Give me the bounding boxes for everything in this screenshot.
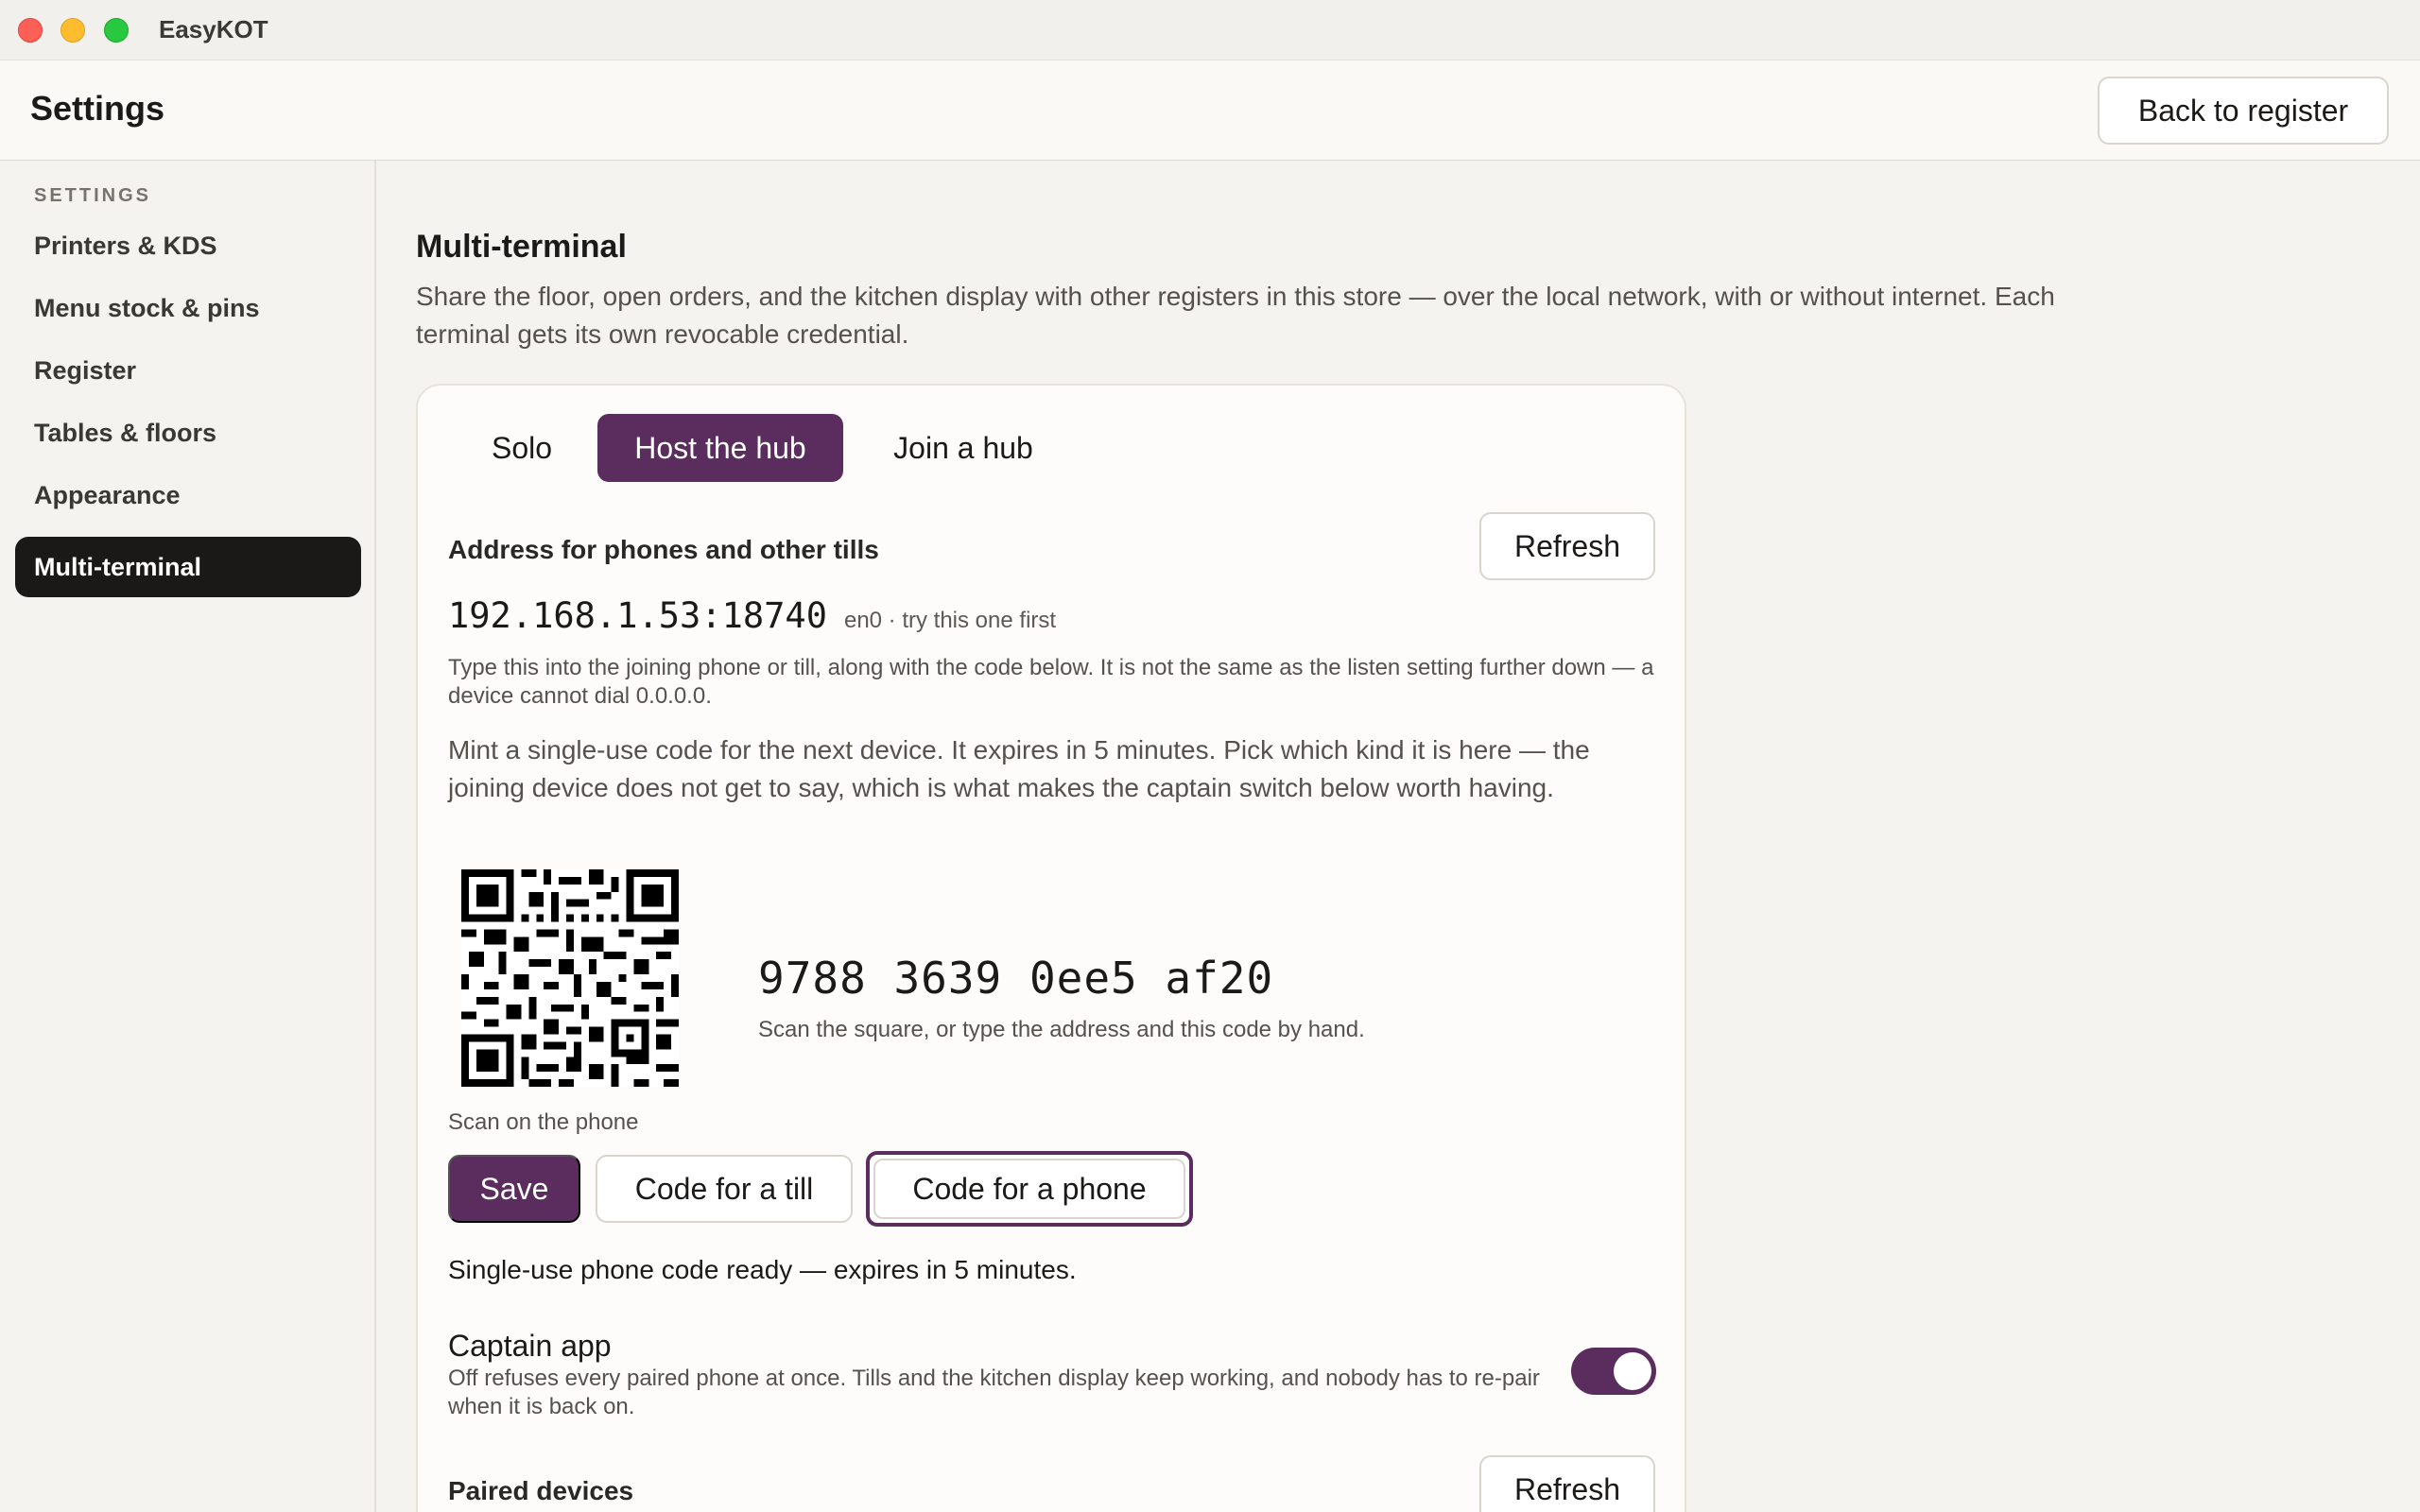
settings-sidebar: SETTINGS Printers & KDS Menu stock & pin… [0, 161, 376, 1512]
back-to-register-button[interactable]: Back to register [2098, 77, 2389, 145]
captain-app-description: Off refuses every paired phone at once. … [448, 1366, 1540, 1419]
mode-tabs: Solo Host the hub Join a hub [446, 414, 1083, 484]
title-bar: EasyKOT [0, 0, 2420, 60]
sidebar-item-menu-stock-pins[interactable]: Menu stock & pins [15, 278, 361, 338]
multi-terminal-card: Solo Host the hub Join a hub Address for… [416, 384, 1686, 1512]
sidebar-item-appearance[interactable]: Appearance [15, 465, 361, 525]
tab-host-the-hub[interactable]: Host the hub [597, 414, 843, 482]
paired-devices-refresh-button[interactable]: Refresh [1479, 1455, 1655, 1512]
sidebar-item-register[interactable]: Register [15, 340, 361, 401]
address-hint: en0 · try this one first [843, 608, 1057, 633]
main-content: Multi-terminal Share the floor, open ord… [378, 161, 2420, 1512]
paired-devices-title: Paired devices [448, 1476, 634, 1505]
mint-code-note: Mint a single-use code for the next devi… [448, 735, 1590, 802]
code-for-phone-label: Code for a phone [873, 1159, 1185, 1219]
code-for-till-button[interactable]: Code for a till [596, 1155, 853, 1223]
address-row: 192.168.1.53:18740 en0 · try this one fi… [448, 595, 1056, 636]
code-ready-status: Single-use phone code ready — expires in… [448, 1255, 1077, 1284]
code-for-phone-button[interactable]: Code for a phone [866, 1151, 1193, 1227]
captain-app-toggle[interactable] [1571, 1348, 1656, 1395]
address-label: Address for phones and other tills [448, 535, 879, 564]
section-title: Multi-terminal [416, 229, 627, 265]
app-title: EasyKOT [159, 15, 268, 43]
save-button[interactable]: Save [448, 1155, 580, 1223]
section-description: Share the floor, open orders, and the ki… [416, 282, 2055, 349]
address-value: 192.168.1.53:18740 [448, 595, 827, 636]
scan-label: Scan on the phone [448, 1109, 639, 1135]
page-title: Settings [30, 89, 165, 128]
qr-code [461, 869, 679, 1087]
address-note: Type this into the joining phone or till… [448, 655, 1654, 709]
sidebar-item-printers-kds[interactable]: Printers & KDS [15, 215, 361, 276]
tab-join-a-hub[interactable]: Join a hub [843, 414, 1083, 482]
pairing-code-hint: Scan the square, or type the address and… [758, 1017, 1365, 1042]
address-refresh-button[interactable]: Refresh [1479, 512, 1655, 580]
sidebar-item-multi-terminal[interactable]: Multi-terminal [15, 537, 361, 597]
page-header: Settings Back to register [0, 60, 2420, 161]
maximize-window-button[interactable] [104, 18, 129, 43]
tab-solo[interactable]: Solo [446, 414, 597, 482]
pairing-code: 9788 3639 0ee5 af20 [758, 953, 1274, 1004]
sidebar-item-tables-floors[interactable]: Tables & floors [15, 403, 361, 463]
minimize-window-button[interactable] [60, 18, 85, 43]
captain-app-title: Captain app [448, 1329, 612, 1363]
toggle-knob [1614, 1352, 1651, 1390]
sidebar-heading: SETTINGS [34, 185, 152, 206]
close-window-button[interactable] [18, 18, 43, 43]
